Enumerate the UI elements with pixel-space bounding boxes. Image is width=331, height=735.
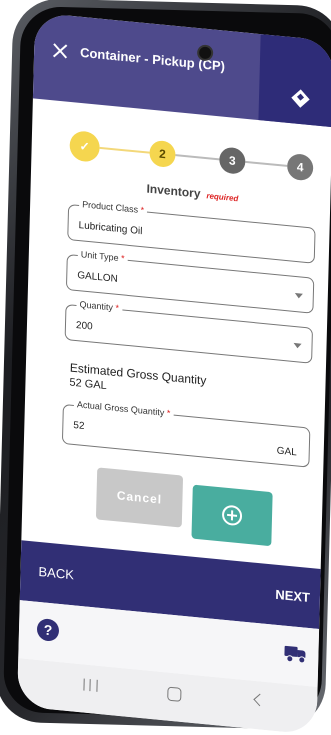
phone-frame: Container - Pickup (CP) ✓ 2 3 4 Inventor…	[0, 0, 331, 735]
step-connector	[175, 154, 220, 161]
required-note: required	[206, 191, 239, 204]
back-button[interactable]: BACK	[38, 564, 74, 582]
plus-circle-icon	[221, 504, 243, 527]
recents-icon[interactable]	[83, 678, 98, 692]
step-connector	[245, 160, 288, 167]
back-nav-icon[interactable]	[253, 693, 267, 707]
section-title: Inventory	[146, 181, 201, 201]
step-1-complete[interactable]: ✓	[69, 129, 101, 163]
home-icon[interactable]	[167, 686, 182, 702]
truck-icon[interactable]	[284, 645, 306, 664]
quantity-label: Quantity *	[76, 298, 123, 314]
section-heading: Inventory required	[146, 181, 238, 204]
header-accent	[258, 34, 331, 128]
close-icon[interactable]	[52, 42, 68, 60]
add-button[interactable]	[191, 484, 273, 547]
cancel-button[interactable]: Cancel	[95, 467, 184, 528]
diamond-icon[interactable]	[291, 89, 310, 108]
unit-type-label: Unit Type *	[77, 249, 128, 264]
product-class-label: Product Class *	[79, 199, 148, 216]
help-icon[interactable]: ?	[36, 617, 60, 643]
quantity-value: 200	[75, 319, 93, 333]
chevron-down-icon	[293, 342, 302, 349]
unit-suffix: GAL	[276, 445, 297, 459]
chevron-down-icon	[294, 292, 303, 299]
step-2-active[interactable]: 2	[149, 139, 176, 169]
app-screen: Container - Pickup (CP) ✓ 2 3 4 Inventor…	[16, 12, 331, 735]
product-class-value: Lubricating Oil	[78, 220, 143, 238]
estimated-gross-value: 52 GAL	[69, 376, 107, 393]
progress-stepper: ✓ 2 3 4	[61, 123, 314, 187]
actual-gross-value: 52	[73, 419, 85, 433]
quantity-field[interactable]: Quantity * 200	[64, 298, 313, 364]
actual-gross-field[interactable]: Actual Gross Quantity * 52 GAL	[61, 398, 311, 468]
next-button[interactable]: NEXT	[275, 587, 310, 605]
step-3[interactable]: 3	[219, 146, 246, 175]
actual-gross-label: Actual Gross Quantity *	[73, 398, 174, 419]
step-connector	[99, 146, 150, 154]
unit-type-value: GALLON	[77, 269, 118, 285]
step-4[interactable]: 4	[286, 152, 314, 182]
